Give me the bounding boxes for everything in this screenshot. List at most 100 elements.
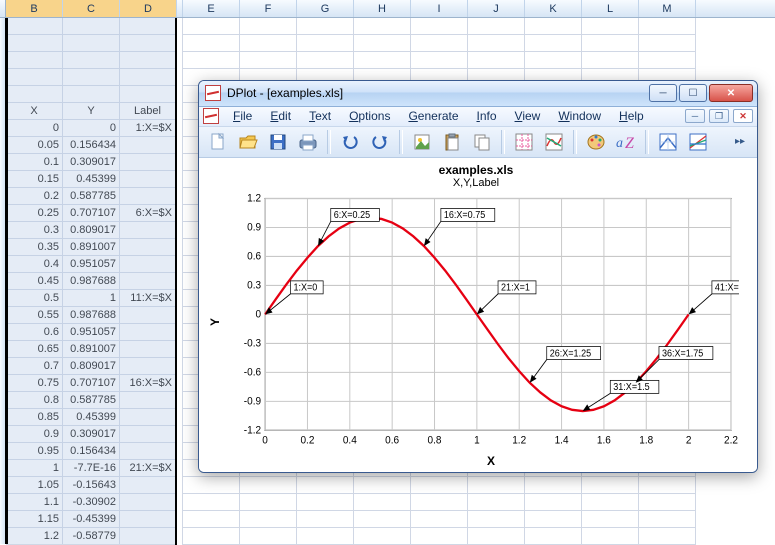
- cell[interactable]: [120, 324, 175, 341]
- cell[interactable]: [411, 528, 467, 545]
- cell[interactable]: [120, 69, 175, 86]
- cell[interactable]: [582, 52, 638, 69]
- cell[interactable]: 1.1: [6, 494, 62, 511]
- new-file-icon[interactable]: [205, 129, 231, 155]
- cell[interactable]: [120, 307, 175, 324]
- cell[interactable]: [120, 273, 175, 290]
- cell[interactable]: [240, 35, 296, 52]
- cell[interactable]: [582, 528, 638, 545]
- redo-icon[interactable]: [367, 129, 393, 155]
- col-header-d[interactable]: D: [120, 0, 177, 17]
- cell[interactable]: -0.45399: [63, 511, 119, 528]
- cell[interactable]: [120, 137, 175, 154]
- minimize-button[interactable]: ─: [649, 84, 677, 102]
- cell[interactable]: [411, 18, 467, 35]
- cell[interactable]: [240, 494, 296, 511]
- cell[interactable]: [468, 477, 524, 494]
- cell[interactable]: 0.55: [6, 307, 62, 324]
- cell[interactable]: 0.309017: [63, 154, 119, 171]
- cell[interactable]: [120, 52, 175, 69]
- cell[interactable]: 0.156434: [63, 443, 119, 460]
- cell[interactable]: [63, 35, 119, 52]
- cell[interactable]: [120, 443, 175, 460]
- cell[interactable]: [468, 52, 524, 69]
- copy-image-icon[interactable]: [409, 129, 435, 155]
- cell[interactable]: [297, 52, 353, 69]
- col-header-m[interactable]: M: [639, 0, 696, 17]
- cell[interactable]: 0.951057: [63, 324, 119, 341]
- cell[interactable]: [411, 511, 467, 528]
- cell[interactable]: 0.45399: [63, 409, 119, 426]
- cell[interactable]: 21:X=$X: [120, 460, 175, 477]
- menu-edit[interactable]: Edit: [262, 107, 299, 125]
- undo-icon[interactable]: [337, 129, 363, 155]
- cell[interactable]: -0.58779: [63, 528, 119, 545]
- cell[interactable]: [297, 528, 353, 545]
- cell[interactable]: 1: [63, 290, 119, 307]
- print-icon[interactable]: [295, 129, 321, 155]
- cell[interactable]: 0.5: [6, 290, 62, 307]
- cell[interactable]: -0.15643: [63, 477, 119, 494]
- cell[interactable]: 1: [6, 460, 62, 477]
- cell[interactable]: [183, 35, 239, 52]
- copy-data-icon[interactable]: [469, 129, 495, 155]
- cell[interactable]: 0.156434: [63, 137, 119, 154]
- cell[interactable]: 0.8: [6, 392, 62, 409]
- cell[interactable]: [525, 511, 581, 528]
- cell[interactable]: 0.987688: [63, 307, 119, 324]
- cell[interactable]: [639, 52, 695, 69]
- cell[interactable]: 0.85: [6, 409, 62, 426]
- symbol-style-icon[interactable]: [541, 129, 567, 155]
- cell[interactable]: 0.7: [6, 358, 62, 375]
- cell[interactable]: 0: [6, 120, 62, 137]
- plot-area[interactable]: examples.xls X,Y,Label Y 00.20.40.60.811…: [199, 158, 757, 472]
- log-scale-icon[interactable]: [685, 129, 711, 155]
- cell[interactable]: [582, 494, 638, 511]
- cell[interactable]: [411, 494, 467, 511]
- cell[interactable]: [297, 494, 353, 511]
- cell[interactable]: [411, 52, 467, 69]
- cell[interactable]: 1.15: [6, 511, 62, 528]
- cell[interactable]: X: [6, 103, 62, 120]
- cell[interactable]: 1:X=$X: [120, 120, 175, 137]
- chart[interactable]: 00.20.40.60.811.21.41.61.822.2-1.2-0.9-0…: [237, 192, 739, 452]
- cell[interactable]: 0.3: [6, 222, 62, 239]
- cell[interactable]: 0.587785: [63, 188, 119, 205]
- cell[interactable]: 11:X=$X: [120, 290, 175, 307]
- cell[interactable]: 0.587785: [63, 392, 119, 409]
- cell[interactable]: [639, 528, 695, 545]
- cell[interactable]: [240, 477, 296, 494]
- cell[interactable]: [411, 477, 467, 494]
- cell[interactable]: 0.45399: [63, 171, 119, 188]
- cell[interactable]: 0.891007: [63, 239, 119, 256]
- col-header-f[interactable]: F: [240, 0, 297, 17]
- cell[interactable]: [525, 477, 581, 494]
- cell[interactable]: 0.05: [6, 137, 62, 154]
- cell[interactable]: 0.809017: [63, 222, 119, 239]
- cell[interactable]: [582, 511, 638, 528]
- cell[interactable]: 0.707107: [63, 375, 119, 392]
- cell[interactable]: [240, 52, 296, 69]
- cell[interactable]: 0.809017: [63, 358, 119, 375]
- mdi-restore-button[interactable]: ❐: [709, 109, 729, 123]
- col-header-l[interactable]: L: [582, 0, 639, 17]
- font-icon[interactable]: aZ: [613, 129, 639, 155]
- col-header-g[interactable]: G: [297, 0, 354, 17]
- cell[interactable]: 0.987688: [63, 273, 119, 290]
- cell[interactable]: [354, 494, 410, 511]
- cell[interactable]: [525, 528, 581, 545]
- cell[interactable]: [6, 18, 62, 35]
- col-header-k[interactable]: K: [525, 0, 582, 17]
- cell[interactable]: 0.309017: [63, 426, 119, 443]
- cell[interactable]: 0: [63, 120, 119, 137]
- cell[interactable]: [183, 511, 239, 528]
- cell[interactable]: [639, 35, 695, 52]
- cell[interactable]: [120, 18, 175, 35]
- cell[interactable]: [120, 528, 175, 545]
- cell[interactable]: [120, 86, 175, 103]
- cell[interactable]: [582, 477, 638, 494]
- cell[interactable]: [183, 528, 239, 545]
- cell[interactable]: [183, 477, 239, 494]
- cell[interactable]: [240, 18, 296, 35]
- menu-options[interactable]: Options: [341, 107, 398, 125]
